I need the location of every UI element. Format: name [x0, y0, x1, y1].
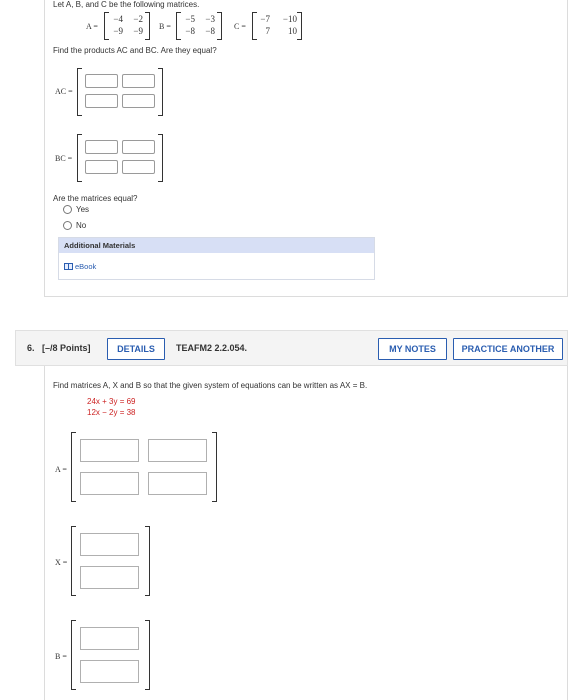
matrix-c-r1c1: −7: [260, 14, 270, 24]
ac-answer-matrix: [77, 68, 163, 116]
q6-prompt: Find matrices A, X and B so that the giv…: [53, 381, 368, 390]
question-number: 6.: [27, 343, 35, 353]
x-answer-matrix: [71, 526, 150, 596]
ac-r2c2-input[interactable]: [122, 94, 155, 108]
radio-yes[interactable]: [63, 205, 72, 214]
a-r1c1-input[interactable]: [80, 439, 139, 462]
additional-materials-panel: Additional Materials eBook: [58, 237, 375, 280]
x-label: X =: [55, 558, 68, 567]
equation-2: 12x − 2y = 38: [87, 408, 136, 417]
additional-materials-heading: Additional Materials: [59, 238, 374, 253]
ac-label: AC =: [55, 87, 73, 96]
bc-r1c2-input[interactable]: [122, 140, 155, 154]
matrix-a-r1c2: −2: [133, 14, 143, 24]
matrix-a-r2c2: −9: [133, 26, 143, 36]
practice-another-button[interactable]: PRACTICE ANOTHER: [453, 338, 563, 360]
b-r1-input[interactable]: [80, 627, 139, 650]
matrix-c-label: C =: [234, 22, 246, 31]
q5-prompt: Find the products AC and BC. Are they eq…: [53, 46, 217, 55]
matrix-c-r2c1: 7: [265, 26, 271, 36]
matrix-b-r1c1: −5: [185, 14, 195, 24]
equation-1: 24x + 3y = 69: [87, 397, 136, 406]
matrix-b-label: B =: [159, 22, 171, 31]
matrix-b-r2c2: −8: [205, 26, 215, 36]
problem-code: TEAFM2 2.2.054.: [176, 343, 248, 353]
matrix-a-r2c1: −9: [113, 26, 123, 36]
a-r2c1-input[interactable]: [80, 472, 139, 495]
equal-question: Are the matrices equal?: [53, 194, 138, 203]
b-label: B =: [55, 652, 67, 661]
my-notes-button[interactable]: MY NOTES: [378, 338, 447, 360]
bc-answer-matrix: [77, 134, 163, 182]
ac-r1c2-input[interactable]: [122, 74, 155, 88]
bc-r2c1-input[interactable]: [85, 160, 118, 174]
points-label: [–/8 Points]: [42, 343, 91, 353]
matrix-a-label: A =: [86, 22, 98, 31]
a-label: A =: [55, 465, 67, 474]
x-r1-input[interactable]: [80, 533, 139, 556]
option-yes-label: Yes: [76, 205, 90, 214]
bc-label: BC =: [55, 154, 73, 163]
ebook-label: eBook: [75, 262, 97, 271]
x-r2-input[interactable]: [80, 566, 139, 589]
b-r2-input[interactable]: [80, 660, 139, 683]
book-icon: [64, 263, 73, 270]
matrix-b-r1c2: −3: [205, 14, 215, 24]
matrix-b: −5 −3 −8 −8: [176, 12, 222, 40]
matrix-a: −4 −2 −9 −9: [104, 12, 150, 40]
a-r2c2-input[interactable]: [148, 472, 207, 495]
matrix-a-r1c1: −4: [113, 14, 123, 24]
a-answer-matrix: [71, 432, 217, 502]
option-no-label: No: [76, 221, 87, 230]
matrix-b-r2c1: −8: [185, 26, 195, 36]
details-button[interactable]: DETAILS: [107, 338, 165, 360]
a-r1c2-input[interactable]: [148, 439, 207, 462]
b-answer-matrix: [71, 620, 150, 690]
ac-r2c1-input[interactable]: [85, 94, 118, 108]
radio-no[interactable]: [63, 221, 72, 230]
question-6-header: 6. [–/8 Points] DETAILS TEAFM2 2.2.054. …: [15, 330, 568, 366]
matrix-c: −7 −10 7 10: [252, 12, 302, 40]
ac-r1c1-input[interactable]: [85, 74, 118, 88]
bc-r1c1-input[interactable]: [85, 140, 118, 154]
q5-intro: Let A, B, and C be the following matrice…: [53, 0, 200, 9]
matrix-c-r1c2: −10: [282, 14, 297, 24]
bc-r2c2-input[interactable]: [122, 160, 155, 174]
ebook-link[interactable]: eBook: [64, 262, 96, 271]
matrix-c-r2c2: 10: [288, 26, 297, 36]
